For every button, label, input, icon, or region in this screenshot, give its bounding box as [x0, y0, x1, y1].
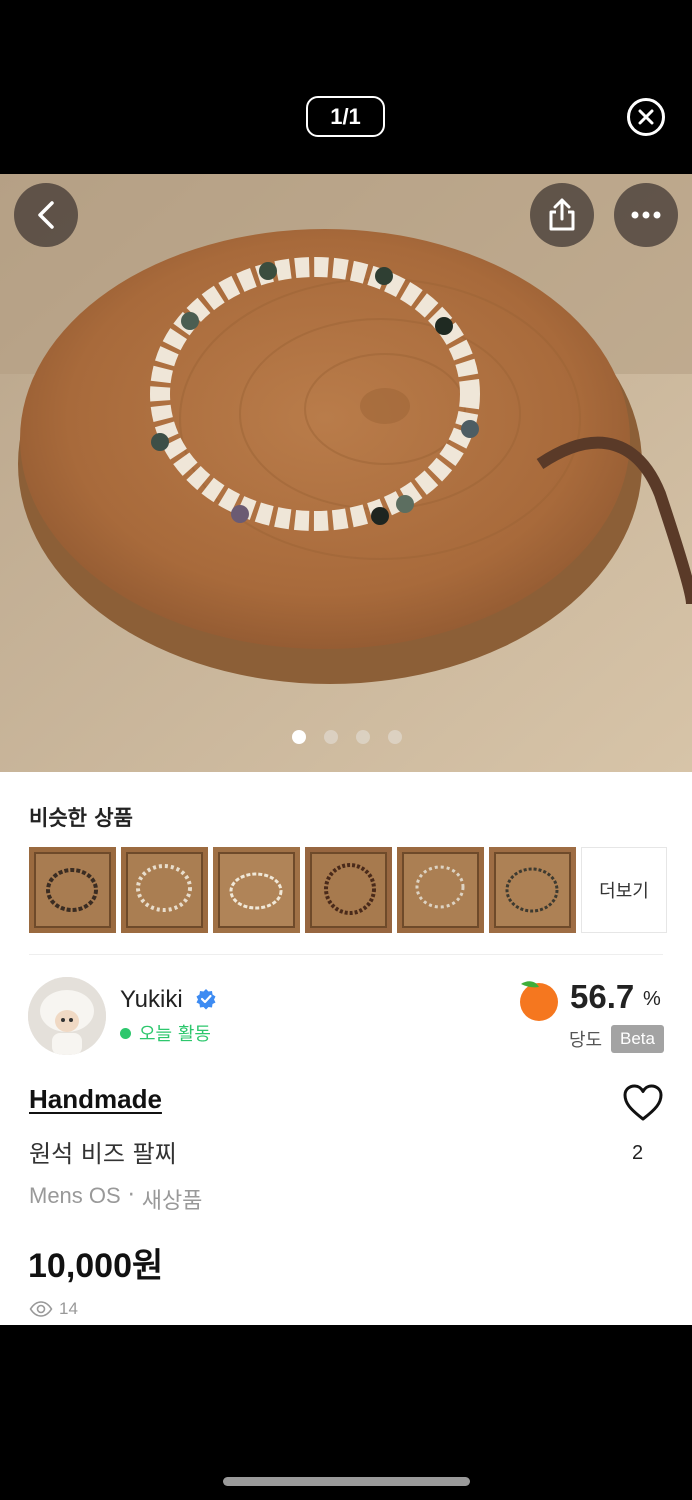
seller-score-label: 당도	[569, 1030, 603, 1051]
peach-icon	[520, 981, 558, 1021]
product-size: Mens OS	[29, 1183, 121, 1208]
back-icon	[38, 201, 54, 229]
viewer-top-bar: 1/1	[0, 0, 692, 174]
online-indicator	[120, 1027, 131, 1039]
back-button[interactable]	[14, 183, 78, 247]
product-brand[interactable]: Handmade	[29, 1084, 162, 1115]
section-divider	[29, 954, 663, 955]
seller-activity-status: 오늘 활동	[120, 1020, 211, 1046]
beta-badge: Beta	[611, 1025, 664, 1053]
meta-separator: ·	[127, 1183, 135, 1208]
seller-score-unit: %	[643, 988, 661, 1010]
pagination-dot[interactable]	[388, 730, 402, 744]
close-button[interactable]	[627, 98, 665, 136]
seller-name[interactable]: Yukiki	[120, 986, 183, 1014]
like-count: 2	[632, 1142, 644, 1164]
similar-product-thumbnail[interactable]	[29, 847, 116, 933]
view-count-value: 14	[59, 1299, 78, 1318]
bracelet-photo-image	[0, 174, 692, 772]
similar-products-title: 비슷한 상품	[29, 806, 133, 830]
close-icon	[638, 109, 654, 125]
gallery-pagination	[292, 730, 402, 744]
heart-icon[interactable]	[622, 1083, 664, 1123]
more-similar-button[interactable]: 더보기	[581, 847, 667, 933]
similar-products-list: 더보기	[29, 847, 667, 933]
pagination-dot[interactable]	[292, 730, 306, 744]
similar-product-thumbnail[interactable]	[305, 847, 392, 933]
product-name: 원석 비즈 팔찌	[29, 1140, 177, 1168]
image-counter: 1/1	[306, 96, 385, 137]
similar-product-thumbnail[interactable]	[397, 847, 484, 933]
share-button[interactable]	[530, 183, 594, 247]
similar-product-thumbnail[interactable]	[121, 847, 208, 933]
product-meta: Mens OS · 새상품	[29, 1183, 202, 1215]
view-count: 14	[29, 1299, 78, 1319]
product-condition: 새상품	[141, 1189, 203, 1214]
seller-score: 56.7	[570, 978, 635, 1015]
activity-text: 오늘 활동	[139, 1024, 211, 1045]
product-info-panel: 비슷한 상품 더보기 Yukiki 오늘 활동 56.7 % 당도 Beta H…	[0, 772, 692, 1325]
product-price: 10,000원	[28, 1247, 164, 1285]
similar-product-thumbnail[interactable]	[489, 847, 576, 933]
home-indicator[interactable]	[223, 1477, 470, 1486]
pagination-dot[interactable]	[324, 730, 338, 744]
similar-product-thumbnail[interactable]	[213, 847, 300, 933]
verified-icon	[196, 989, 216, 1010]
more-icon	[631, 211, 661, 219]
product-photo[interactable]	[0, 174, 692, 772]
share-icon	[549, 198, 575, 231]
seller-avatar[interactable]	[28, 977, 106, 1055]
more-options-button[interactable]	[614, 183, 678, 247]
pagination-dot[interactable]	[356, 730, 370, 744]
eye-icon	[29, 1301, 53, 1317]
